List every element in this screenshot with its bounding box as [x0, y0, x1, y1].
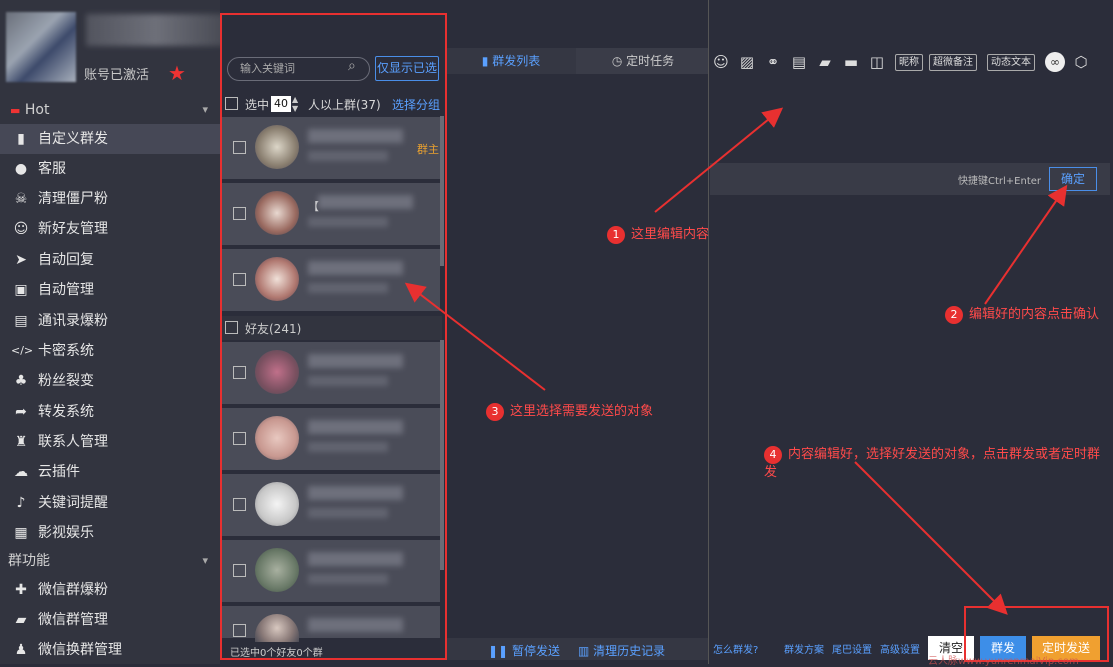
annotation-1: 1 这里编辑内容: [607, 223, 709, 244]
annotation-number: 4: [764, 446, 782, 464]
app-window: — ☐ ✕ 账号已激活 ★ ▬ Hot ▾ ▮ 自定义群发 ● 客服 ☠ 清理僵…: [0, 0, 1113, 667]
annotation-text: 内容编辑好，选择好发送的对象，点击群发或者定时群发: [764, 447, 1101, 480]
annotation-number: 1: [607, 226, 625, 244]
watermark: 云人脉www.yunrenmaiVip.com: [928, 656, 1079, 667]
annotation-number: 2: [945, 306, 963, 324]
annotation-text: 这里编辑内容: [631, 227, 710, 242]
annotation-4: 4 内容编辑好，选择好发送的对象，点击群发或者定时群发: [764, 446, 1106, 482]
annotation-text: 这里选择需要发送的对象: [510, 404, 654, 419]
annotation-text: 编辑好的内容点击确认: [969, 307, 1100, 322]
annotation-number: 3: [486, 403, 504, 421]
annotation-arrows: [404, 107, 1068, 615]
annotation-2: 2 编辑好的内容点击确认: [945, 306, 1105, 324]
annotation-3: 3 这里选择需要发送的对象: [486, 400, 653, 421]
